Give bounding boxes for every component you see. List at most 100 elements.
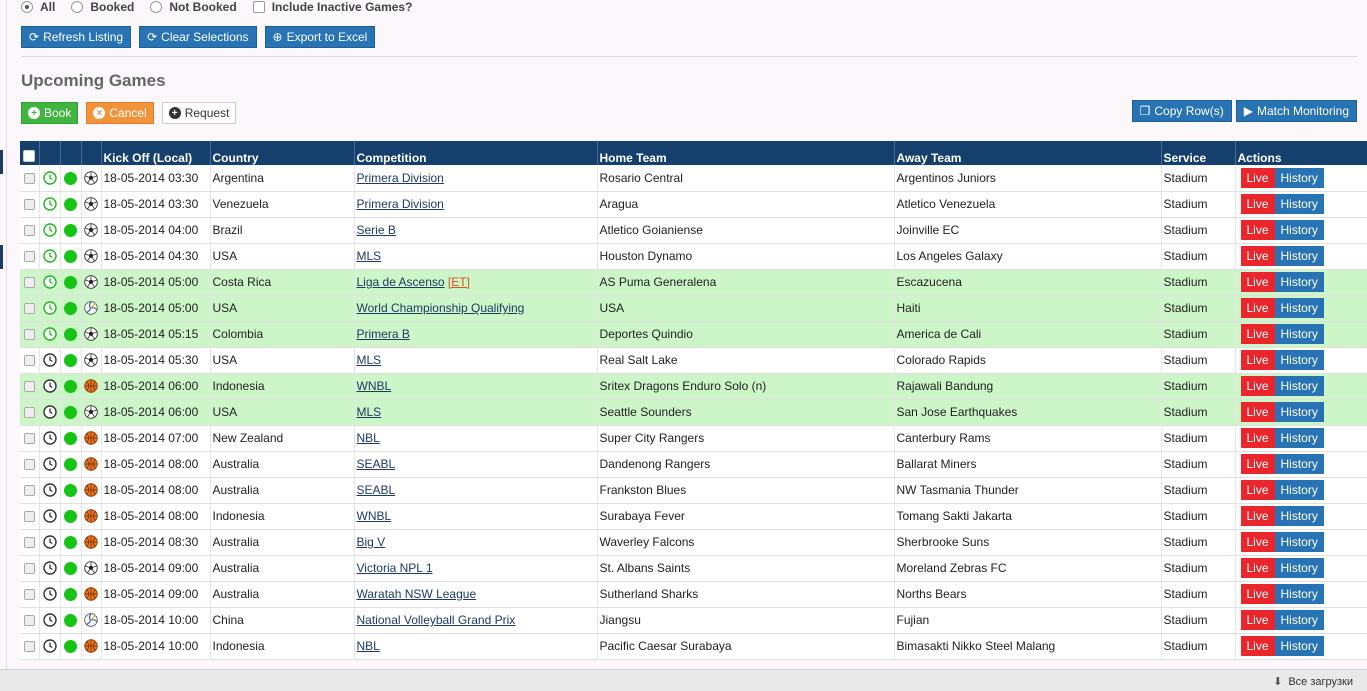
competition-link[interactable]: Primera B	[357, 327, 410, 341]
competition-link[interactable]: Serie B	[357, 223, 396, 237]
refresh-listing-button[interactable]: ⟳ Refresh Listing	[21, 26, 132, 48]
live-button[interactable]: Live	[1240, 194, 1275, 214]
competition-link[interactable]: WNBL	[357, 509, 392, 523]
history-button[interactable]: History	[1274, 167, 1324, 188]
table-row[interactable]: 18-05-2014 07:00 New Zealand NBL Super City…	[20, 425, 1367, 452]
row-checkbox[interactable]	[23, 251, 35, 263]
history-button[interactable]: History	[1274, 636, 1324, 656]
table-row[interactable]: 18-05-2014 05:15 Colombia Primera B Deporte…	[20, 321, 1367, 348]
live-button[interactable]: Live	[1240, 376, 1275, 396]
table-row[interactable]: 18-05-2014 03:30 Argentina Primera Divisio…	[20, 165, 1367, 192]
live-button[interactable]: Live	[1240, 428, 1275, 448]
header-country[interactable]: Country	[210, 141, 355, 165]
header-competition[interactable]: Competition	[354, 141, 598, 165]
history-button[interactable]: History	[1274, 610, 1324, 630]
checkbox-include-inactive[interactable]	[252, 1, 265, 13]
history-button[interactable]: History	[1274, 428, 1324, 448]
row-checkbox[interactable]	[23, 511, 35, 523]
header-home-team[interactable]: Home Team	[597, 141, 895, 165]
row-checkbox[interactable]	[23, 355, 35, 367]
history-button[interactable]: History	[1274, 532, 1324, 552]
table-row[interactable]: 18-05-2014 08:30 Australia Big V Waverley F…	[20, 529, 1367, 556]
competition-link[interactable]: NBL	[357, 639, 380, 653]
live-button[interactable]: Live	[1240, 324, 1275, 344]
history-button[interactable]: History	[1274, 272, 1324, 292]
live-button[interactable]: Live	[1240, 558, 1275, 578]
row-checkbox[interactable]	[23, 329, 35, 341]
table-row[interactable]: 18-05-2014 03:30 Venezuela Primera Divisio…	[20, 191, 1367, 218]
all-downloads-link[interactable]: ⬇ Все загрузки	[1273, 675, 1353, 689]
row-checkbox[interactable]	[23, 199, 35, 211]
match-monitoring-button[interactable]: ▶ Match Monitoring	[1235, 100, 1357, 122]
competition-link[interactable]: WNBL	[357, 379, 392, 393]
live-button[interactable]: Live	[1240, 246, 1275, 266]
history-button[interactable]: History	[1274, 220, 1324, 240]
history-button[interactable]: History	[1274, 506, 1324, 526]
header-away-team[interactable]: Away Team	[894, 141, 1162, 165]
history-button[interactable]: History	[1274, 298, 1324, 318]
competition-link[interactable]: Liga de Ascenso	[357, 275, 445, 289]
clear-selections-button[interactable]: ⟳ Clear Selections	[139, 26, 257, 48]
header-service[interactable]: Service	[1161, 141, 1236, 165]
filter-all[interactable]: All	[21, 0, 55, 14]
row-checkbox[interactable]	[23, 615, 35, 627]
table-row[interactable]: 18-05-2014 04:30 USA MLS Houston Dynamo Los …	[20, 243, 1367, 270]
export-excel-button[interactable]: ⊕ Export to Excel	[264, 26, 376, 48]
competition-link[interactable]: NBL	[357, 431, 380, 445]
history-button[interactable]: History	[1274, 324, 1324, 344]
competition-link[interactable]: SEABL	[357, 483, 396, 497]
table-row[interactable]: 18-05-2014 08:00 Australia SEABL Dandenong …	[20, 451, 1367, 478]
history-button[interactable]: History	[1274, 584, 1324, 604]
row-checkbox[interactable]	[23, 589, 35, 601]
history-button[interactable]: History	[1274, 480, 1324, 500]
table-row[interactable]: 18-05-2014 04:00 Brazil Serie B Atletico Go…	[20, 217, 1367, 244]
live-button[interactable]: Live	[1240, 506, 1275, 526]
row-checkbox[interactable]	[23, 407, 35, 419]
row-checkbox[interactable]	[23, 303, 35, 315]
copy-rows-button[interactable]: ❐ Copy Row(s)	[1131, 100, 1232, 122]
competition-link[interactable]: Primera Division	[357, 171, 444, 185]
table-row[interactable]: 18-05-2014 10:00 China National Volleyball…	[20, 607, 1367, 634]
competition-link[interactable]: MLS	[357, 353, 382, 367]
live-button[interactable]: Live	[1240, 454, 1275, 474]
live-button[interactable]: Live	[1240, 480, 1275, 500]
row-checkbox[interactable]	[23, 381, 35, 393]
competition-link[interactable]: Victoria NPL 1	[357, 561, 433, 575]
table-row[interactable]: 18-05-2014 08:00 Australia SEABL Frankston …	[20, 477, 1367, 504]
history-button[interactable]: History	[1274, 194, 1324, 214]
live-button[interactable]: Live	[1240, 272, 1275, 292]
request-button[interactable]: + Request	[161, 102, 237, 124]
live-button[interactable]: Live	[1240, 350, 1275, 370]
live-button[interactable]: Live	[1240, 402, 1275, 422]
row-checkbox[interactable]	[23, 225, 35, 237]
table-row[interactable]: 18-05-2014 08:00 Indonesia WNBL Surabaya Fe…	[20, 503, 1367, 530]
select-all-checkbox[interactable]	[23, 150, 36, 162]
row-checkbox[interactable]	[23, 433, 35, 445]
filter-not-booked[interactable]: Not Booked	[150, 0, 237, 14]
competition-link[interactable]: SEABL	[357, 457, 396, 471]
competition-link[interactable]: Waratah NSW League	[357, 587, 477, 601]
row-checkbox[interactable]	[23, 173, 35, 185]
row-checkbox[interactable]	[23, 641, 35, 653]
competition-link[interactable]: National Volleyball Grand Prix	[357, 613, 516, 627]
competition-link[interactable]: Big V	[357, 535, 386, 549]
row-checkbox[interactable]	[23, 485, 35, 497]
table-row[interactable]: 18-05-2014 10:00 Indonesia NBL Pacific Caes…	[20, 633, 1367, 660]
live-button[interactable]: Live	[1240, 636, 1275, 656]
table-row[interactable]: 18-05-2014 09:00 Australia Waratah NSW Lea…	[20, 581, 1367, 608]
table-row[interactable]: 18-05-2014 05:00 Costa Rica Liga de Ascens…	[20, 269, 1367, 296]
history-button[interactable]: History	[1274, 246, 1324, 266]
radio-all[interactable]	[21, 1, 33, 13]
history-button[interactable]: History	[1274, 454, 1324, 474]
competition-link[interactable]: MLS	[357, 249, 382, 263]
header-kickoff[interactable]: Kick Off (Local)	[101, 141, 211, 165]
live-button[interactable]: Live	[1240, 610, 1275, 630]
history-button[interactable]: History	[1274, 402, 1324, 422]
cancel-button[interactable]: × Cancel	[86, 102, 154, 124]
row-checkbox[interactable]	[23, 277, 35, 289]
history-button[interactable]: History	[1274, 350, 1324, 370]
filter-include-inactive[interactable]: Include Inactive Games?	[252, 0, 412, 14]
radio-not-booked[interactable]	[150, 1, 163, 13]
filter-booked[interactable]: Booked	[71, 0, 134, 14]
table-row[interactable]: 18-05-2014 06:00 Indonesia WNBL Sritex Drag…	[20, 373, 1367, 400]
